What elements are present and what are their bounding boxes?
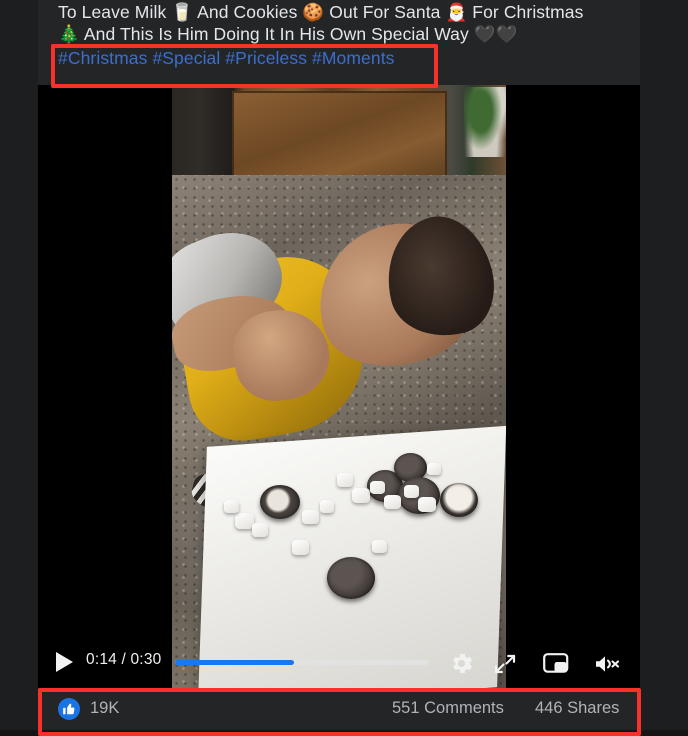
pip-icon[interactable] xyxy=(543,652,569,676)
screenshot-root: To Leave Milk 🥛 And Cookies 🍪 Out For Sa… xyxy=(0,0,688,736)
marshmallow xyxy=(384,495,401,509)
video-seek-bar[interactable] xyxy=(175,660,428,665)
caption-hashtags[interactable]: #Christmas #Special #Priceless #Moments xyxy=(58,48,395,69)
like-count: 19K xyxy=(90,699,120,717)
thumbs-up-icon[interactable] xyxy=(58,698,80,720)
page-right-gutter xyxy=(640,0,688,730)
marshmallow xyxy=(302,510,319,524)
marshmallow xyxy=(252,523,268,537)
post-caption: To Leave Milk 🥛 And Cookies 🍪 Out For Sa… xyxy=(38,0,640,85)
gear-icon[interactable] xyxy=(448,650,475,677)
video-time-display: 0:14 / 0:30 xyxy=(86,651,162,668)
cookie xyxy=(327,557,375,599)
video-player[interactable]: 0:14 / 0:30 xyxy=(38,85,640,688)
comment-count[interactable]: 551 Comments xyxy=(392,699,504,718)
background-plant xyxy=(464,87,506,157)
cookie-opened xyxy=(260,485,300,519)
speaker-muted-icon[interactable] xyxy=(593,652,621,676)
marshmallow xyxy=(352,488,370,503)
play-icon[interactable] xyxy=(56,652,73,672)
engagement-bar: 19K 551 Comments 446 Shares xyxy=(38,688,640,730)
marshmallow xyxy=(404,485,419,498)
video-frame xyxy=(172,85,506,688)
page-left-gutter xyxy=(0,0,38,730)
share-count[interactable]: 446 Shares xyxy=(535,699,619,718)
cabinet-door xyxy=(232,91,447,183)
marshmallow xyxy=(372,540,387,553)
social-post-card: To Leave Milk 🥛 And Cookies 🍪 Out For Sa… xyxy=(38,0,640,730)
caption-line-2: 🎄 And This Is Him Doing It In His Own Sp… xyxy=(58,24,518,44)
marshmallow xyxy=(292,540,309,555)
marshmallow xyxy=(320,500,334,513)
video-control-bar[interactable]: 0:14 / 0:30 xyxy=(38,640,640,688)
cookie-cream xyxy=(440,483,478,517)
caption-line-1: To Leave Milk 🥛 And Cookies 🍪 Out For Sa… xyxy=(58,2,584,22)
marshmallow xyxy=(337,473,353,487)
video-progress-fill xyxy=(175,660,294,665)
marshmallow xyxy=(370,481,385,494)
expand-arrows-icon[interactable] xyxy=(493,652,517,676)
marshmallow xyxy=(224,500,239,513)
marshmallow xyxy=(427,463,441,475)
marshmallow xyxy=(418,497,436,512)
